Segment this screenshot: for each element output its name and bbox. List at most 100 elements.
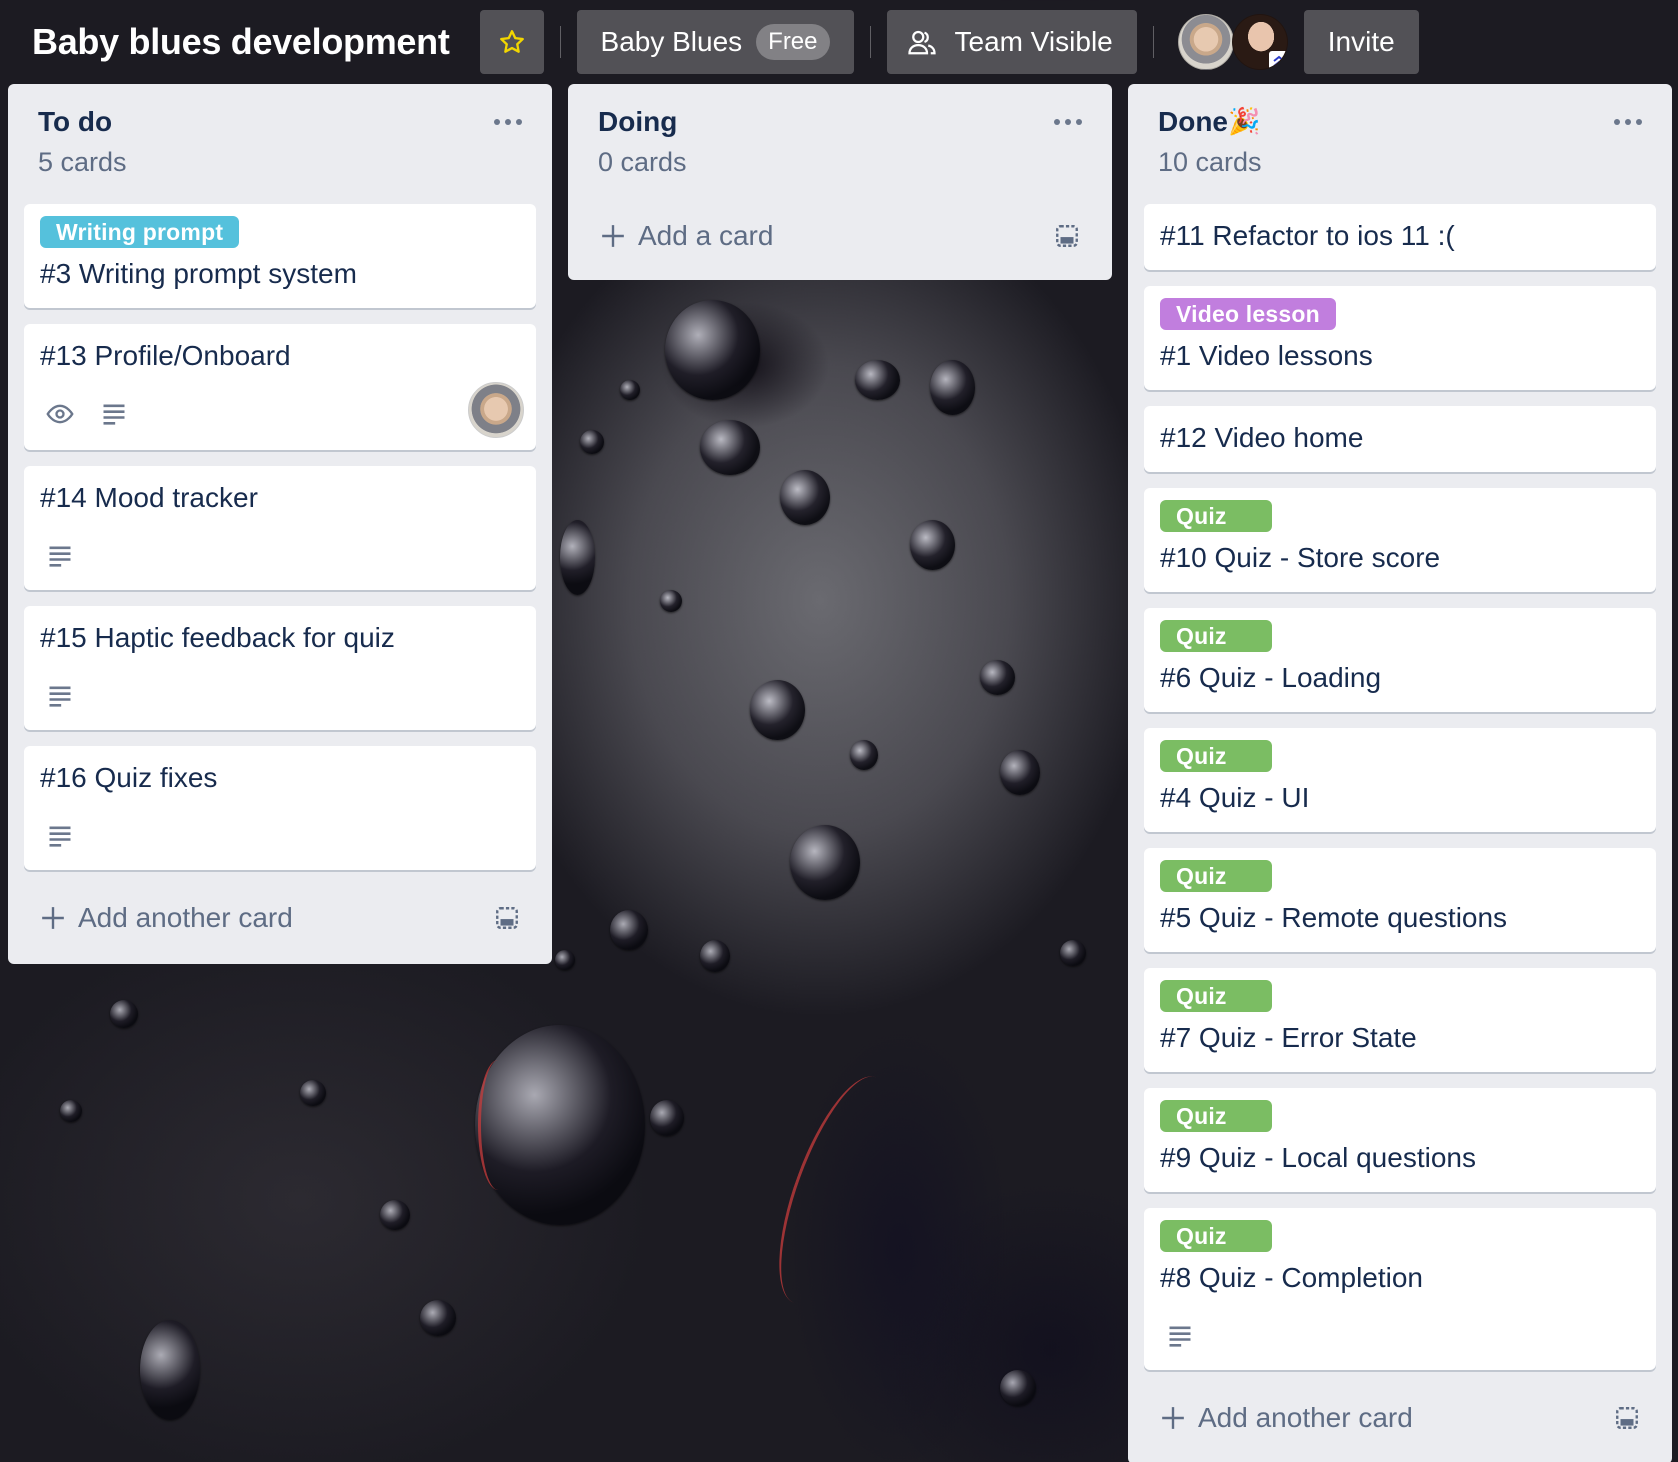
card[interactable]: Quiz #7 Quiz - Error State [1144,968,1656,1072]
card[interactable]: #13 Profile/Onboard [24,324,536,450]
invite-button[interactable]: Invite [1303,10,1419,74]
card[interactable]: #11 Refactor to ios 11 :( [1144,204,1656,270]
star-icon [499,30,524,53]
description-icon [103,404,125,425]
card-label: Quiz [1160,980,1272,1012]
header-divider [559,26,561,58]
star-board-button[interactable] [479,10,544,74]
card[interactable]: #15 Haptic feedback for quiz [24,606,536,730]
card[interactable]: Quiz #5 Quiz - Remote questions [1144,848,1656,952]
add-card-label: Add a card [638,220,774,251]
add-card-button[interactable]: Add another card [24,886,536,950]
card[interactable]: Quiz #9 Quiz - Local questions [1144,1088,1656,1192]
visibility-button[interactable]: Team Visible [886,10,1137,74]
list-card-count: 0 cards [598,147,687,177]
team-name: Baby Blues [600,26,743,57]
card-badges [40,394,520,434]
list-title[interactable]: Doing [598,104,1096,140]
card-label: Quiz [1160,620,1272,652]
card-badges [40,536,520,576]
card[interactable]: #14 Mood tracker [24,466,536,590]
card-title: #16 Quiz fixes [40,762,218,793]
dot-icon [1076,119,1082,125]
card[interactable]: Quiz #6 Quiz - Loading [1144,608,1656,712]
team-icon [907,30,936,55]
member-avatar[interactable] [1231,14,1288,70]
dot-icon [1065,119,1071,125]
card-label: Quiz [1160,500,1272,532]
card[interactable]: #12 Video home [1144,406,1656,472]
list-to-do: To do 5 cards Writing prompt #3 Writing … [8,84,552,964]
team-button[interactable]: Baby Blues Free [576,10,854,74]
card[interactable]: Writing prompt #3 Writing prompt system [24,204,536,308]
add-card-button[interactable]: Add a card [584,204,1096,268]
dot-icon [1636,119,1642,125]
description-icon [49,546,71,567]
card-badges [40,676,520,716]
card-title: #15 Haptic feedback for quiz [40,622,395,653]
card-title: #1 Video lessons [1160,340,1373,371]
list-header: Doing 0 cards [584,84,1096,204]
card-title: #4 Quiz - UI [1160,782,1310,813]
admin-badge [1268,51,1287,69]
dot-icon [1625,119,1631,125]
board-header: Baby blues development Baby Blues Free T… [0,0,1678,84]
board-members [1177,14,1288,70]
list-title[interactable]: To do [38,104,536,140]
card[interactable]: Quiz #10 Quiz - Store score [1144,488,1656,592]
list-doing: Doing 0 cards Add a card [568,84,1112,280]
list-menu-button[interactable] [488,108,528,136]
card-template-icon[interactable] [1054,223,1080,249]
card[interactable]: Quiz #4 Quiz - UI [1144,728,1656,832]
dot-icon [1614,119,1620,125]
card-title: #13 Profile/Onboard [40,340,291,371]
card-title: #14 Mood tracker [40,482,258,513]
card-label: Quiz [1160,1220,1272,1252]
card-template-icon[interactable] [494,905,520,931]
card[interactable]: Video lesson #1 Video lessons [1144,286,1656,390]
board-title[interactable]: Baby blues development [32,21,450,63]
card-title: #3 Writing prompt system [40,258,357,289]
list-card-count: 5 cards [38,147,127,177]
plus-icon [1162,1407,1184,1429]
visibility-label: Team Visible [954,26,1113,57]
eye-icon [46,404,74,424]
add-card-label: Add another card [78,902,293,933]
card-title: #7 Quiz - Error State [1160,1022,1417,1053]
card-label: Quiz [1160,740,1272,772]
party-popper-icon: 🎉 [1228,107,1261,137]
card-title: #5 Quiz - Remote questions [1160,902,1508,933]
card-label: Video lesson [1160,298,1336,330]
description-icon [49,826,71,847]
card-title: #8 Quiz - Completion [1160,1262,1424,1293]
card-title: #10 Quiz - Store score [1160,542,1441,573]
card-label: Quiz [1160,860,1272,892]
card[interactable]: #16 Quiz fixes [24,746,536,870]
dot-icon [494,119,500,125]
header-divider [1152,26,1154,58]
list-title[interactable]: Done 🎉 [1158,104,1656,140]
add-card-button[interactable]: Add another card [1144,1386,1656,1450]
plan-badge: Free [756,24,830,60]
list-header: Done 🎉 10 cards [1144,84,1656,204]
list-card-count: 10 cards [1158,147,1262,177]
card-title: #11 Refactor to ios 11 :( [1160,220,1455,251]
dot-icon [1054,119,1060,125]
card-label: Quiz [1160,1100,1272,1132]
member-avatar[interactable] [1177,14,1234,70]
list-menu-button[interactable] [1608,108,1648,136]
list-title-text: Done [1158,106,1228,137]
card-title: #12 Video home [1160,422,1364,453]
card[interactable]: Quiz #8 Quiz - Completion [1144,1208,1656,1370]
plus-icon [42,907,64,929]
card-template-icon[interactable] [1614,1405,1640,1431]
card-member-avatar[interactable] [468,382,524,438]
card-badges [1160,1316,1640,1356]
dot-icon [516,119,522,125]
list-done: Done 🎉 10 cards #11 Refactor to ios 11 :(… [1128,84,1672,1462]
add-card-label: Add another card [1198,1402,1413,1433]
list-menu-button[interactable] [1048,108,1088,136]
card-title: #6 Quiz - Loading [1160,662,1382,693]
description-icon [1169,1326,1191,1347]
card-badges [40,816,520,856]
